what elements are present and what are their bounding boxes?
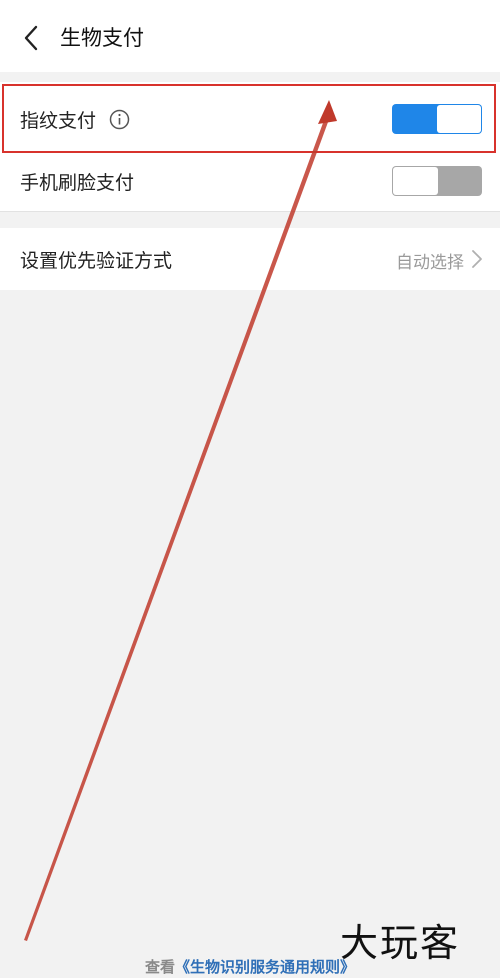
priority-verification-row[interactable]: 设置优先验证方式 自动选择 <box>0 228 500 290</box>
footer-prefix: 查看 <box>144 958 175 976</box>
face-pay-label: 手机刷脸支付 <box>20 171 135 194</box>
highlight-annotation-box <box>2 84 496 153</box>
header-bar: 生物支付 <box>0 0 500 72</box>
chevron-right-icon <box>472 250 482 268</box>
chevron-left-icon <box>24 25 38 51</box>
face-pay-toggle[interactable] <box>392 166 482 196</box>
face-pay-row[interactable]: 手机刷脸支付 <box>0 148 500 214</box>
priority-verification-value: 自动选择 <box>396 253 464 273</box>
biometric-rules-link[interactable]: 《生物识别服务通用规则》 <box>175 958 355 976</box>
priority-verification-label: 设置优先验证方式 <box>20 250 173 272</box>
footer-rules: 查看《生物识别服务通用规则》 <box>0 956 500 977</box>
back-button[interactable] <box>14 18 48 58</box>
page: 生物支付 指纹支付 手机刷脸支付 设置优先验证方式 自动选择 大玩客 查看《生物… <box>0 0 500 978</box>
toggle-knob <box>393 167 438 195</box>
page-title: 生物支付 <box>60 26 144 50</box>
